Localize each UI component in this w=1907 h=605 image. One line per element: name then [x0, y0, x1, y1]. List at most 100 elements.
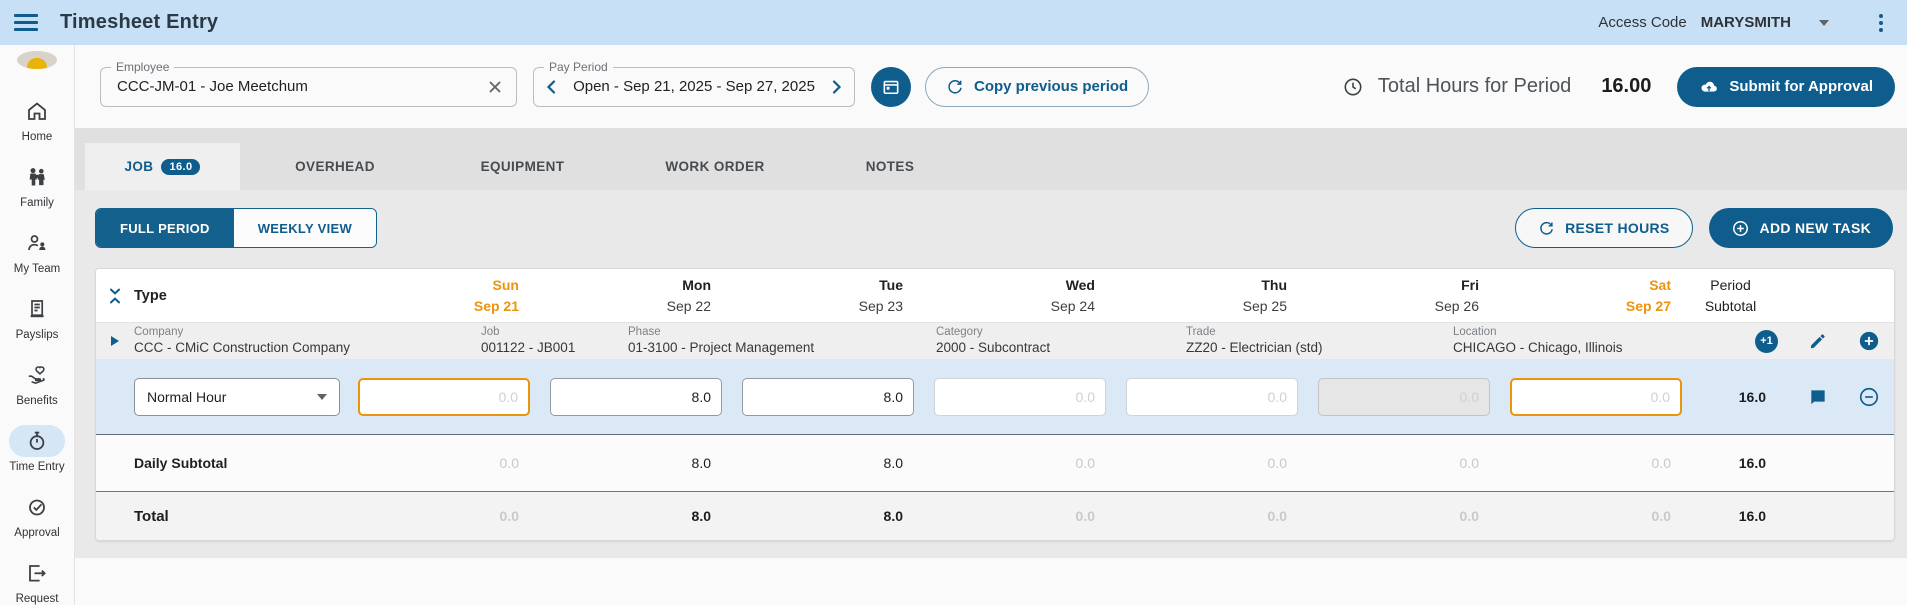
- add-new-task-button[interactable]: ADD NEW TASK: [1708, 208, 1893, 248]
- period-subtotal-header: Period Subtotal: [1704, 277, 1757, 314]
- total-period-value: 16.0: [1738, 508, 1766, 524]
- tab-job[interactable]: JOB 16.0: [85, 143, 240, 190]
- pay-period-field-label: Pay Period: [544, 59, 613, 74]
- timesheet-entry-screen: Timesheet Entry Access Code MARYSMITH Ho…: [0, 0, 1907, 605]
- daily-subtotal-total: 16.0: [1738, 455, 1766, 471]
- daily-subtotal-row: Daily Subtotal 0.0 8.0 8.0 0.0 0.0 0.0 0…: [96, 435, 1894, 492]
- team-icon: [9, 227, 65, 259]
- reset-hours-button[interactable]: RESET HOURS: [1515, 208, 1693, 248]
- employee-field[interactable]: Employee CCC-JM-01 - Joe Meetchum: [100, 59, 517, 107]
- collapse-all-icon[interactable]: [96, 287, 134, 305]
- hour-input-tue[interactable]: [742, 377, 914, 416]
- total-hours-label: Total Hours for Period: [1377, 75, 1572, 97]
- expand-task-icon[interactable]: [96, 335, 134, 347]
- more-fields-badge[interactable]: +1: [1755, 329, 1778, 353]
- total-row: Total 0.0 8.0 8.0 0.0 0.0 0.0 0.0 16.0: [96, 492, 1894, 540]
- hour-input-thu[interactable]: [1126, 377, 1298, 416]
- hour-type-select[interactable]: Normal Hour: [134, 377, 340, 416]
- pay-period-value: Open - Sep 21, 2025 - Sep 27, 2025: [573, 78, 815, 95]
- sidebar-item-family[interactable]: Family: [0, 161, 75, 209]
- menu-icon[interactable]: [14, 11, 38, 35]
- row-period-subtotal: 16.0: [1738, 388, 1766, 405]
- job-tab-content: FULL PERIOD WEEKLY VIEW RESET HOURS ADD …: [75, 190, 1907, 558]
- sidebar-item-approval[interactable]: Approval: [0, 491, 75, 539]
- sidebar-item-payslips[interactable]: Payslips: [0, 293, 75, 341]
- submit-for-approval-button[interactable]: Submit for Approval: [1677, 66, 1895, 107]
- calendar-button[interactable]: [871, 66, 911, 107]
- day-header-thu: Thu Sep 25: [1242, 277, 1287, 314]
- previous-period-icon[interactable]: [544, 79, 560, 95]
- task-trade: Trade ZZ20 - Electrician (std): [1186, 326, 1323, 355]
- cloud-upload-icon: [1699, 77, 1719, 97]
- hour-input-fri[interactable]: [1318, 377, 1490, 416]
- full-period-toggle[interactable]: FULL PERIOD: [96, 209, 234, 247]
- task-category: Category 2000 - Subcontract: [936, 326, 1051, 355]
- clear-employee-icon[interactable]: [486, 78, 504, 96]
- hour-input-wed[interactable]: [934, 377, 1106, 416]
- tab-equipment[interactable]: EQUIPMENT: [430, 143, 615, 190]
- hour-input-sat[interactable]: [1510, 377, 1682, 416]
- hour-input-sun[interactable]: [358, 377, 530, 416]
- plus-circle-icon: [1731, 219, 1750, 238]
- access-code-value: MARYSMITH: [1700, 14, 1791, 31]
- tab-work-order[interactable]: WORK ORDER: [615, 143, 815, 190]
- more-options-icon[interactable]: [1869, 11, 1893, 35]
- type-column-header: Type: [134, 287, 167, 304]
- task-location: Location CHICAGO - Chicago, Illinois: [1453, 326, 1623, 355]
- timesheet-tabs: JOB 16.0 OVERHEAD EQUIPMENT WORK ORDER N…: [75, 128, 1907, 190]
- benefits-icon: [9, 359, 65, 391]
- request-icon: [9, 557, 65, 589]
- day-header-sat: Sat Sep 27: [1625, 277, 1671, 314]
- check-circle-icon: [9, 491, 65, 523]
- access-code-selector[interactable]: Access Code MARYSMITH: [1598, 14, 1829, 31]
- total-hours-value: 16.00: [1601, 75, 1652, 97]
- sidebar: Home Family My Team Payslips Benefits Ti…: [0, 45, 75, 605]
- family-icon: [9, 161, 65, 193]
- access-code-label: Access Code: [1598, 14, 1687, 31]
- chevron-down-icon: [1819, 19, 1829, 26]
- comment-icon[interactable]: [1808, 387, 1828, 407]
- page-title: Timesheet Entry: [60, 11, 219, 33]
- task-company: Company CCC - CMiC Construction Company: [134, 326, 351, 355]
- employee-field-value: CCC-JM-01 - Joe Meetchum: [117, 78, 308, 95]
- day-header-mon: Mon Sep 22: [666, 277, 711, 314]
- bottom-background: [75, 558, 1907, 605]
- sidebar-item-my-team[interactable]: My Team: [0, 227, 75, 275]
- sidebar-item-home[interactable]: Home: [0, 95, 75, 143]
- table-header-row: Type Sun Sep 21 Mon Sep 22 Tue Sep 23 Wed Se…: [96, 269, 1894, 323]
- day-header-tue: Tue Sep 23: [858, 277, 903, 314]
- task-job: Job 001122 - JB001: [481, 326, 576, 355]
- sidebar-item-time-entry[interactable]: Time Entry: [0, 425, 75, 473]
- task-phase: Phase 01-3100 - Project Management: [628, 326, 815, 355]
- tab-overhead[interactable]: OVERHEAD: [240, 143, 430, 190]
- sidebar-item-request[interactable]: Request: [0, 557, 75, 605]
- hour-input-mon[interactable]: [550, 377, 722, 416]
- hour-entry-row: Normal Hour 16.0: [96, 359, 1894, 435]
- add-row-icon[interactable]: [1858, 330, 1880, 352]
- task-row: Company CCC - CMiC Construction Company J…: [96, 323, 1894, 359]
- top-app-bar: Timesheet Entry Access Code MARYSMITH: [0, 0, 1907, 45]
- edit-task-icon[interactable]: [1808, 331, 1828, 351]
- remove-row-icon[interactable]: [1858, 386, 1880, 408]
- total-hours-summary: Total Hours for Period 16.00: [1342, 75, 1651, 98]
- home-icon: [9, 95, 65, 127]
- day-header-wed: Wed Sep 24: [1050, 277, 1095, 314]
- stopwatch-icon: [9, 425, 65, 457]
- timesheet-toolbar: Employee CCC-JM-01 - Joe Meetchum Pay Pe…: [75, 45, 1907, 128]
- total-label: Total: [134, 507, 169, 525]
- job-hours-badge: 16.0: [161, 158, 201, 175]
- day-header-sun: Sun Sep 21: [473, 277, 519, 314]
- reset-icon: [1538, 220, 1555, 237]
- weekly-view-toggle[interactable]: WEEKLY VIEW: [233, 209, 377, 247]
- copy-refresh-icon: [946, 78, 964, 96]
- sidebar-item-benefits[interactable]: Benefits: [0, 359, 75, 407]
- payslip-icon: [9, 293, 65, 325]
- avatar[interactable]: [17, 51, 57, 69]
- daily-subtotal-label: Daily Subtotal: [134, 455, 228, 471]
- view-toggle: FULL PERIOD WEEKLY VIEW: [95, 208, 378, 248]
- employee-field-label: Employee: [111, 59, 175, 74]
- day-header-fri: Fri Sep 26: [1434, 277, 1479, 314]
- tab-notes[interactable]: NOTES: [815, 143, 965, 190]
- next-period-icon[interactable]: [828, 79, 844, 95]
- copy-previous-period-button[interactable]: Copy previous period: [925, 66, 1150, 107]
